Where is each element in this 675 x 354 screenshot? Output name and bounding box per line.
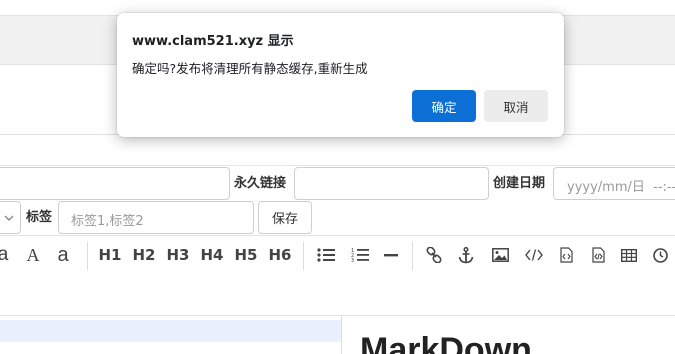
code-icon [525,249,543,261]
dialog-message: 确定吗?发布将清理所有静态缓存,重新生成 [132,61,368,76]
image-button[interactable] [490,244,510,266]
code-block-file-icon [591,247,605,263]
tags-label: 标签 [26,210,53,225]
created-date-label: 创建日期 [493,176,546,191]
code-file-icon [559,247,573,263]
editor-preview-splitter [341,315,342,354]
editor-page: 永久链接 创建日期 yyyy/mm/日 --:-- 标签 标签1,标签2 保存 … [0,0,675,354]
h4-button[interactable]: H4 [199,244,225,266]
date-placeholder: yyyy/mm/日 --:-- [567,180,675,195]
save-button[interactable]: 保存 [258,201,312,234]
toolbar-separator [303,242,304,270]
link-icon [426,247,442,263]
font-serif-button[interactable]: A [25,244,41,266]
code-block-button[interactable] [589,244,607,266]
confirm-dialog: www.clam521.xyz 显示 确定吗?发布将清理所有静态缓存,重新生成 … [117,13,564,137]
ordered-list-button[interactable]: 1 2 3 [350,244,370,266]
title-input[interactable] [0,167,230,200]
editor-top-border [0,315,675,316]
h3-button[interactable]: H3 [165,244,191,266]
h1-button[interactable]: H1 [97,244,123,266]
tags-input[interactable]: 标签1,标签2 [58,201,254,234]
image-icon [491,248,509,262]
toolbar-separator [412,242,413,270]
toolbar-divider [0,235,675,236]
lowercase-button[interactable]: a [0,244,10,266]
datetime-button[interactable] [650,244,670,266]
divider [0,165,675,166]
code-button[interactable] [524,244,544,266]
horizontal-rule-button[interactable] [382,244,400,266]
toolbar-separator [87,242,88,270]
tags-placeholder: 标签1,标签2 [71,214,144,229]
horizontal-rule-icon [384,254,398,257]
dialog-title: www.clam521.xyz 显示 [132,34,294,49]
unordered-list-button[interactable] [316,244,336,266]
permalink-input[interactable] [294,167,489,200]
preview-heading: MarkDown [360,331,532,354]
chevron-down-icon [4,215,14,221]
unordered-list-icon [317,248,335,262]
anchor-button[interactable] [456,244,476,266]
table-icon [621,248,637,262]
h5-button[interactable]: H5 [233,244,259,266]
svg-text:3: 3 [351,258,354,263]
category-select[interactable] [0,201,21,234]
permalink-label: 永久链接 [234,176,287,191]
h6-button[interactable]: H6 [267,244,293,266]
ordered-list-icon: 1 2 3 [351,248,369,263]
dialog-cancel-button[interactable]: 取消 [484,90,548,122]
markdown-editor-active-line[interactable] [0,320,341,342]
dialog-ok-button[interactable]: 确定 [412,90,476,122]
h2-button[interactable]: H2 [131,244,157,266]
anchor-icon [458,246,474,263]
table-button[interactable] [619,244,639,266]
clock-icon [652,247,668,263]
font-sans-button[interactable]: a [55,244,71,266]
created-date-input[interactable]: yyyy/mm/日 --:-- [553,167,675,200]
code-file-button[interactable] [557,244,575,266]
link-button[interactable] [424,244,444,266]
